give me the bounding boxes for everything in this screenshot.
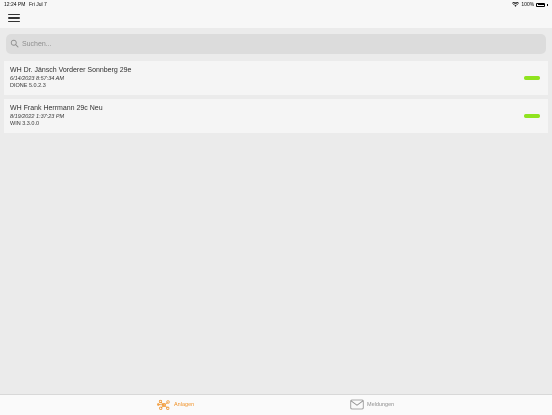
item-version: WIN 3.3.0.0	[10, 121, 40, 127]
tab-bar: Anlagen Meldungen	[0, 394, 552, 415]
list-item[interactable]: WH Dr. Jänsch Vorderer Sonnberg 29e 6/14…	[4, 61, 548, 95]
mail-icon	[350, 399, 364, 410]
tab-anlagen[interactable]: Anlagen	[157, 399, 194, 410]
tab-label: Anlagen	[174, 401, 195, 408]
item-date: 6/14/2023 8:57:34 AM	[10, 76, 64, 82]
item-date: 8/19/2022 1:37:23 PM	[10, 114, 65, 120]
battery-nub	[547, 3, 548, 6]
tab-meldungen[interactable]: Meldungen	[350, 399, 394, 410]
status-bar: 12:24 PM Fri Jul 7 100%	[0, 0, 552, 10]
search-bar[interactable]	[6, 34, 546, 54]
status-indicator	[524, 114, 540, 118]
list-item[interactable]: WH Frank Herrmann 29c Neu 8/19/2022 1:37…	[4, 99, 548, 133]
item-version: DIONE 5.0.2.3	[10, 83, 46, 89]
search-input[interactable]	[22, 34, 537, 54]
tab-label: Meldungen	[367, 401, 395, 408]
hamburger-menu-icon[interactable]	[8, 13, 20, 23]
battery-percent: 100%	[521, 1, 535, 8]
network-icon	[157, 399, 170, 410]
status-time: 12:24 PM	[4, 2, 26, 8]
wifi-icon	[512, 2, 520, 7]
navigation-bar	[0, 10, 552, 28]
item-title: WH Frank Herrmann 29c Neu	[10, 105, 103, 112]
installations-list: WH Dr. Jänsch Vorderer Sonnberg 29e 6/14…	[4, 61, 548, 137]
item-title: WH Dr. Jänsch Vorderer Sonnberg 29e	[10, 67, 132, 74]
status-indicators: 100%	[512, 2, 548, 8]
status-indicator	[524, 76, 540, 80]
search-icon	[10, 39, 19, 48]
status-date: Fri Jul 7	[29, 2, 47, 8]
battery-icon	[536, 2, 546, 7]
